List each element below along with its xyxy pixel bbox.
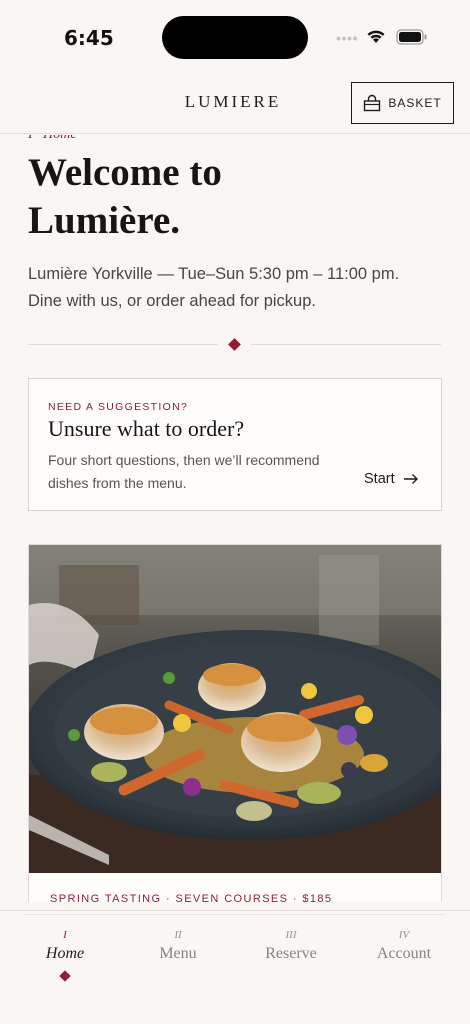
tab-account[interactable]: IV Account xyxy=(354,929,454,963)
tab-reserve[interactable]: III Reserve xyxy=(241,929,341,963)
tab-home[interactable]: I Home xyxy=(15,929,115,982)
tab-account-numeral: IV xyxy=(398,929,410,941)
tab-menu-label: Menu xyxy=(159,945,197,962)
page-title-line-1: Welcome to xyxy=(28,151,222,194)
status-bar: 6:45 xyxy=(0,0,470,76)
home-content[interactable]: I · Home Welcome to Lumière. Lumière Yor… xyxy=(0,135,470,902)
suggestion-eyebrow: NEED A SUGGESTION? xyxy=(48,401,189,413)
tab-reserve-numeral: III xyxy=(285,929,297,941)
diamond-ornament-icon xyxy=(228,338,241,351)
basket-label: BASKET xyxy=(388,96,442,110)
suggestion-card[interactable]: NEED A SUGGESTION? Unsure what to order?… xyxy=(28,378,442,511)
dynamic-island xyxy=(162,16,308,59)
tab-menu[interactable]: II Menu xyxy=(128,929,228,963)
wifi-icon xyxy=(367,30,385,43)
divider-line-right xyxy=(251,344,441,345)
tab-account-label: Account xyxy=(376,945,432,962)
basket-button[interactable]: BASKET xyxy=(351,82,454,124)
breadcrumb: I · Home xyxy=(28,135,77,143)
shopping-bag-icon xyxy=(364,94,381,112)
suggestion-title: Unsure what to order? xyxy=(48,416,245,441)
arrow-right-icon xyxy=(403,474,418,484)
page-title-line-2: Lumière. xyxy=(28,199,181,242)
app-header: LUMIERE BASKET xyxy=(0,76,470,134)
intro-text: Lumière Yorkville — Tue–Sun 5:30 pm – 11… xyxy=(28,265,400,310)
cellular-signal-icon xyxy=(336,36,357,41)
status-icons xyxy=(336,28,436,48)
tab-home-numeral: I xyxy=(63,929,67,941)
battery-icon xyxy=(396,29,427,45)
tab-home-label: Home xyxy=(45,945,85,962)
status-time: 6:45 xyxy=(64,26,114,50)
page-title: Welcome to Lumière. xyxy=(28,149,428,245)
dish-photo xyxy=(29,545,441,873)
tab-reserve-label: Reserve xyxy=(265,945,317,962)
active-tab-indicator xyxy=(59,970,71,982)
dish-meta: SPRING TASTING · SEVEN COURSES · $185 xyxy=(50,893,333,902)
start-button[interactable]: Start xyxy=(364,471,419,487)
featured-dish-card[interactable]: SPRING TASTING · SEVEN COURSES · $185 xyxy=(28,544,442,902)
start-label: Start xyxy=(364,471,395,487)
tab-bar: I Home II Menu III Reserve IV Account xyxy=(0,910,470,1024)
suggestion-body: Four short questions, then we’ll recomme… xyxy=(48,452,320,491)
tab-menu-numeral: II xyxy=(174,929,182,941)
divider-line-left xyxy=(28,344,218,345)
ornament-divider xyxy=(28,338,441,352)
